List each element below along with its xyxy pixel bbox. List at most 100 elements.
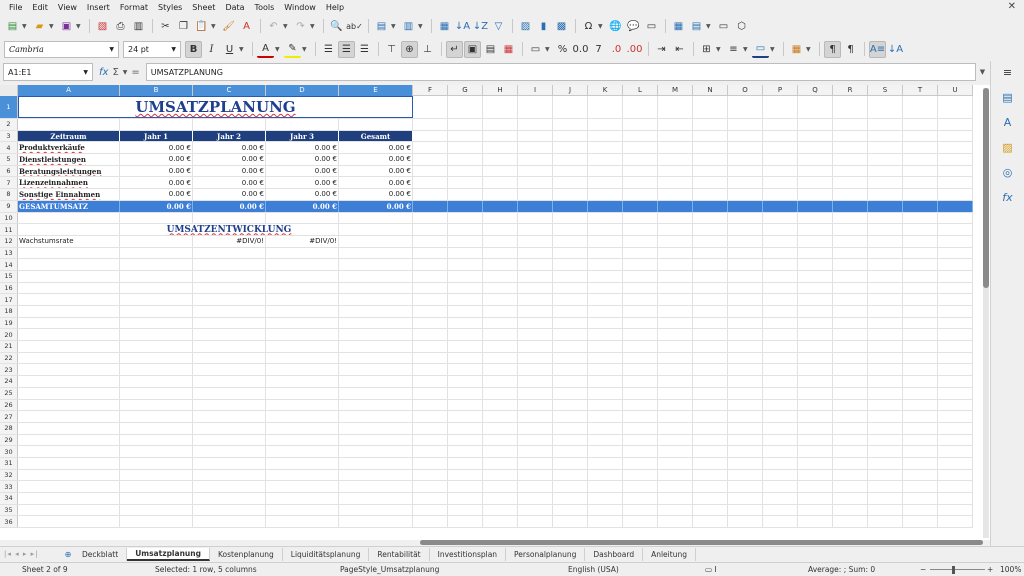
grid-cell[interactable] [903, 329, 938, 341]
grid-cell[interactable] [798, 352, 833, 364]
grid-cell[interactable] [728, 270, 763, 282]
text-orientation-vertical-icon[interactable]: ↓A [887, 41, 904, 58]
grid-cell[interactable] [728, 376, 763, 387]
grid-cell[interactable] [938, 422, 973, 434]
grid-cell[interactable] [868, 364, 903, 376]
grid-cell[interactable] [518, 387, 553, 399]
grid-cell[interactable] [588, 422, 623, 434]
grid-cell[interactable] [413, 493, 448, 504]
grid-cell[interactable] [18, 329, 120, 341]
grid-cell[interactable] [448, 493, 483, 504]
grid-cell[interactable] [833, 457, 868, 469]
grid-cell[interactable] [658, 177, 693, 189]
grid-cell[interactable] [693, 387, 728, 399]
grid-cell[interactable] [193, 516, 266, 528]
grid-cell[interactable] [266, 469, 339, 481]
font-color-icon[interactable]: A [257, 41, 274, 58]
grid-cell[interactable] [693, 294, 728, 305]
grid-cell[interactable] [266, 457, 339, 469]
sum-dropdown-icon[interactable]: ▼ [123, 69, 128, 76]
grid-cell[interactable] [553, 411, 588, 422]
grid-cell[interactable] [903, 270, 938, 282]
delete-decimal-icon[interactable]: .00 [626, 41, 643, 58]
grid-cell[interactable] [339, 282, 413, 294]
zoom-out-icon[interactable]: − [920, 565, 926, 574]
grid-cell[interactable] [448, 119, 483, 130]
grid-cell[interactable] [623, 224, 658, 235]
grid-cell[interactable] [339, 411, 413, 422]
grid-cell[interactable] [693, 481, 728, 492]
grid-cell[interactable] [658, 469, 693, 481]
value-cell[interactable]: 0.00 € [266, 154, 339, 165]
grid-cell[interactable] [588, 142, 623, 154]
grid-cell[interactable] [120, 294, 193, 305]
grid-cell[interactable] [623, 270, 658, 282]
grid-cell[interactable] [413, 387, 448, 399]
underline-icon[interactable]: U [221, 41, 238, 58]
column-header-c[interactable]: C [193, 85, 266, 96]
grid-cell[interactable] [120, 341, 193, 352]
undo-icon[interactable]: ↶ [265, 18, 282, 35]
grid-cell[interactable] [413, 376, 448, 387]
grid-cell[interactable] [938, 411, 973, 422]
grid-cell[interactable] [658, 189, 693, 200]
grid-cell[interactable] [553, 399, 588, 411]
row-header[interactable]: 2 [0, 119, 18, 130]
grid-cell[interactable] [763, 422, 798, 434]
grid-cell[interactable] [448, 235, 483, 247]
grid-cell[interactable] [833, 329, 868, 341]
row-dropdown-icon[interactable]: ▼ [391, 23, 397, 30]
grid-cell[interactable] [413, 504, 448, 516]
tab-dashboard[interactable]: Dashboard [585, 547, 644, 561]
grid-cell[interactable] [868, 154, 903, 165]
grid-cell[interactable] [588, 352, 623, 364]
grid-cell[interactable] [193, 329, 266, 341]
grid-cell[interactable] [938, 212, 973, 224]
grid-cell[interactable] [339, 352, 413, 364]
grid-cell[interactable] [553, 306, 588, 317]
grid-cell[interactable] [413, 364, 448, 376]
grid-cell[interactable] [868, 282, 903, 294]
grid-cell[interactable] [518, 446, 553, 457]
grid-cell[interactable] [728, 481, 763, 492]
grid-cell[interactable] [413, 247, 448, 259]
grid-cell[interactable] [18, 481, 120, 492]
grid-cell[interactable] [658, 341, 693, 352]
row-header[interactable]: 7 [0, 177, 18, 189]
column-header-p[interactable]: P [763, 85, 798, 96]
grid-cell[interactable] [588, 317, 623, 329]
grid-cell[interactable] [798, 516, 833, 528]
grid-cell[interactable] [728, 329, 763, 341]
grid-cell[interactable] [18, 282, 120, 294]
grid-cell[interactable] [868, 504, 903, 516]
grid-cell[interactable] [120, 119, 193, 130]
grid-cell[interactable] [693, 329, 728, 341]
grid-cell[interactable] [798, 364, 833, 376]
grid-cell[interactable] [483, 212, 518, 224]
grid-cell[interactable] [833, 446, 868, 457]
grid-cell[interactable] [833, 364, 868, 376]
horizontal-scroll-thumb[interactable] [420, 540, 983, 545]
grid-cell[interactable] [658, 306, 693, 317]
grid-cell[interactable] [448, 469, 483, 481]
menu-data[interactable]: Data [220, 3, 249, 12]
growth-value-cell[interactable]: #DIV/0! [193, 235, 266, 247]
grid-cell[interactable] [903, 469, 938, 481]
align-middle-icon[interactable]: ⊕ [401, 40, 418, 58]
column-header-k[interactable]: K [588, 85, 623, 96]
grid-cell[interactable] [588, 434, 623, 446]
grid-cell[interactable] [413, 434, 448, 446]
column-header-d[interactable]: D [266, 85, 339, 96]
function-wizard-icon[interactable]: fx [99, 67, 108, 78]
grid-cell[interactable] [483, 165, 518, 177]
align-right-icon[interactable]: ☰ [356, 41, 373, 58]
grid-cell[interactable] [693, 422, 728, 434]
grid-cell[interactable] [266, 119, 339, 130]
font-color-dropdown-icon[interactable]: ▼ [275, 46, 281, 53]
grid-cell[interactable] [763, 154, 798, 165]
grid-cell[interactable] [623, 189, 658, 200]
align-bottom-icon[interactable]: ⊥ [419, 41, 436, 58]
grid-cell[interactable] [693, 282, 728, 294]
grid-cell[interactable] [553, 282, 588, 294]
grid-cell[interactable] [833, 493, 868, 504]
